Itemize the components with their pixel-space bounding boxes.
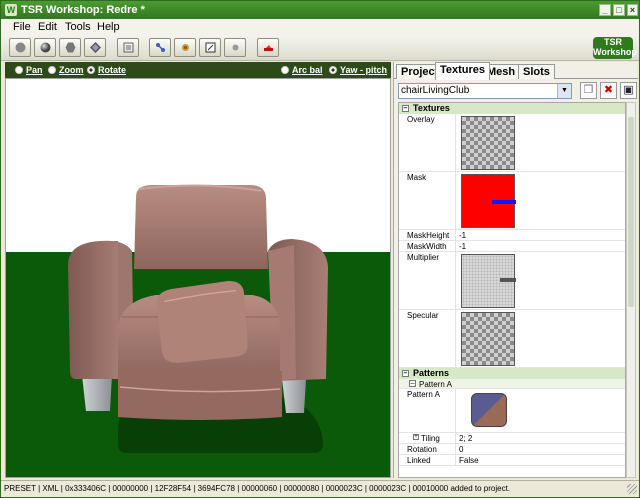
texture-select-value: chairLivingClub [401,85,470,96]
collapse-icon[interactable]: – [402,370,409,377]
tab-strip: Project Textures Mesh Slots [394,62,638,80]
hexagon-button[interactable] [59,38,81,57]
overlay-thumbnail[interactable] [461,116,515,170]
menu-help[interactable]: Help [97,21,120,33]
delete-icon: ✖ [603,84,614,96]
expand-icon[interactable]: + [413,434,419,440]
mode-zoom-radio[interactable]: Zoom [48,65,84,75]
collapse-icon[interactable]: – [409,380,416,387]
sphere-flat-icon [15,42,26,53]
bones-icon [156,43,165,52]
close-button[interactable]: × [627,4,638,16]
lipstick-button[interactable] [257,38,279,57]
pattern-a-thumbnail[interactable] [471,393,507,427]
toolbar [1,35,639,61]
sphere-shaded-button[interactable] [34,38,56,57]
light-button[interactable] [224,38,246,57]
texture-select[interactable]: chairLivingClub ▼ [398,83,572,99]
resize-grip-icon[interactable] [627,484,637,494]
row-multiplier[interactable]: Multiplier [399,252,625,310]
app-icon: W [5,4,17,16]
collapse-icon[interactable]: – [402,105,409,112]
camera-yaw-pitch-radio[interactable]: Yaw - pitch [329,65,387,75]
copy-icon: ❐ [583,84,594,96]
multiplier-thumbnail[interactable] [461,254,516,308]
bones-button[interactable] [149,38,171,57]
title-bar[interactable]: W TSR Workshop: Redre * _ □ × [1,1,639,19]
row-linked[interactable]: Linked False [399,455,625,466]
row-pattern-a[interactable]: Pattern A [399,389,625,433]
delete-texture-button[interactable]: ✖ [600,82,617,99]
save-icon: ▣ [623,84,634,96]
texture-icon [205,42,216,53]
frame-button[interactable] [117,38,139,57]
tsr-logo: TSR Workshop [593,37,637,59]
viewport-mode-bar: Pan Zoom Rotate Arc bal Yaw - pitch [5,62,391,78]
joints-button[interactable] [174,38,196,57]
app-window: W TSR Workshop: Redre * _ □ × File Edit … [0,0,640,498]
properties-scrollbar[interactable] [626,102,636,478]
property-grid[interactable]: – Textures Overlay Mask MaskHeight -1 Ma… [398,102,626,478]
properties-panel: Project Textures Mesh Slots chairLivingC… [393,62,638,478]
row-mask-width[interactable]: MaskWidth -1 [399,241,625,252]
sphere-flat-button[interactable] [9,38,31,57]
texture-button[interactable] [199,38,221,57]
status-text: PRESET | XML | 0x333406C | 00000000 | 12… [4,484,511,493]
window-title: TSR Workshop: Redre * [21,4,145,16]
diamond-button[interactable] [84,38,106,57]
menu-edit[interactable]: Edit [38,21,57,33]
mode-rotate-radio[interactable]: Rotate [87,65,126,75]
lipstick-icon [264,45,273,51]
menu-file[interactable]: File [13,21,31,33]
frame-icon [123,42,134,53]
camera-arcball-radio[interactable]: Arc bal [281,65,323,75]
armchair-model [68,184,328,420]
hexagon-icon [65,42,76,53]
row-pattern-a-group[interactable]: – Pattern A [399,379,625,389]
row-mask-height[interactable]: MaskHeight -1 [399,230,625,241]
joints-icon [182,44,189,51]
maximize-button[interactable]: □ [613,4,625,16]
sphere-shaded-icon [40,42,51,53]
mask-thumbnail[interactable] [461,174,516,228]
copy-texture-button[interactable]: ❐ [580,82,597,99]
section-textures[interactable]: – Textures [399,103,625,114]
status-bar: PRESET | XML | 0x333406C | 00000000 | 12… [1,480,639,497]
minimize-button[interactable]: _ [599,4,611,16]
tab-textures[interactable]: Textures [435,62,491,80]
row-specular[interactable]: Specular [399,310,625,368]
scrollbar-thumb[interactable] [628,117,634,307]
mode-pan-radio[interactable]: Pan [15,65,43,75]
row-rotation[interactable]: Rotation 0 [399,444,625,455]
3d-viewport[interactable] [5,78,391,478]
row-tiling[interactable]: + Tiling 2; 2 [399,433,625,444]
menu-bar: File Edit Tools Help [1,19,639,35]
chevron-down-icon[interactable]: ▼ [557,84,571,98]
row-overlay[interactable]: Overlay [399,114,625,172]
menu-tools[interactable]: Tools [65,21,91,33]
row-mask[interactable]: Mask [399,172,625,230]
specular-thumbnail[interactable] [461,312,515,366]
tab-slots[interactable]: Slots [518,64,555,79]
diamond-icon [90,42,101,53]
light-icon [232,44,239,51]
save-texture-button[interactable]: ▣ [620,82,637,99]
section-patterns[interactable]: – Patterns [399,368,625,379]
